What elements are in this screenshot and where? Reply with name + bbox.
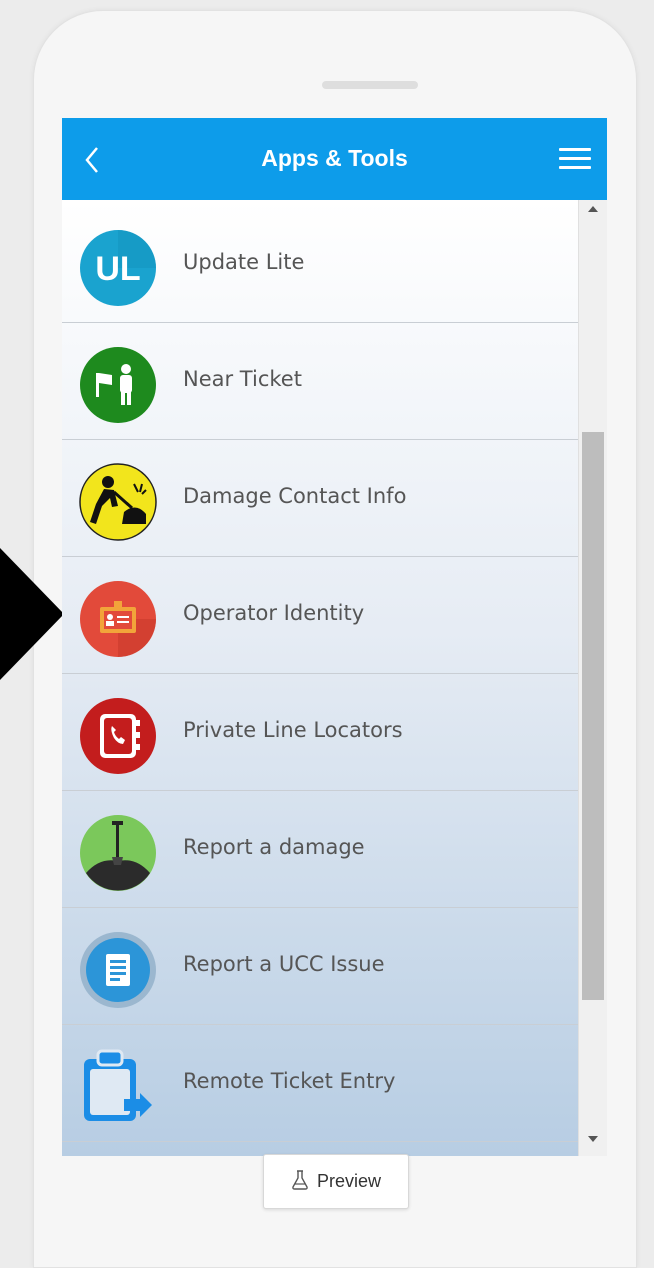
list-item-label: Operator Identity xyxy=(183,601,365,625)
list-item-label: Report a damage xyxy=(183,835,365,859)
near-ticket-icon xyxy=(78,345,158,425)
list-item-damage-contact-info[interactable]: Damage Contact Info xyxy=(62,440,578,557)
list-item-report-ucc-issue[interactable]: Report a UCC Issue xyxy=(62,908,578,1025)
page-title: Apps & Tools xyxy=(261,145,408,171)
list-item-label: Update Lite xyxy=(183,250,305,274)
app-screen: Apps & Tools UL Update Lite Near Ticket … xyxy=(62,118,607,1156)
flask-icon xyxy=(291,1169,309,1194)
list-item-label: Near Ticket xyxy=(183,367,302,391)
phone-speaker xyxy=(322,81,418,89)
app-header: Apps & Tools xyxy=(62,118,607,200)
svg-text:UL: UL xyxy=(95,250,140,288)
remote-ticket-entry-icon xyxy=(78,1047,158,1127)
list-item-near-ticket[interactable]: Near Ticket xyxy=(62,323,578,440)
scroll-down-arrow-icon[interactable] xyxy=(588,1136,598,1142)
damage-contact-icon xyxy=(78,462,158,542)
list-item-private-line-locators[interactable]: Private Line Locators xyxy=(62,674,578,791)
scrollbar[interactable] xyxy=(578,200,607,1156)
scroll-up-arrow-icon[interactable] xyxy=(588,206,598,212)
scrollbar-thumb[interactable] xyxy=(582,432,604,1000)
list-item-label: Report a UCC Issue xyxy=(183,952,385,976)
list-item-label: Remote Ticket Entry xyxy=(183,1069,396,1093)
list-item-report-a-damage[interactable]: Report a damage xyxy=(62,791,578,908)
preview-button[interactable]: Preview xyxy=(263,1154,409,1209)
pointer-arrow xyxy=(0,548,64,680)
list-item-label: Damage Contact Info xyxy=(183,484,407,508)
hamburger-menu-icon[interactable] xyxy=(559,148,591,172)
report-ucc-issue-icon xyxy=(78,930,158,1010)
list-item-remote-ticket-entry[interactable]: Remote Ticket Entry xyxy=(62,1025,578,1142)
preview-label: Preview xyxy=(316,1171,382,1191)
operator-identity-icon xyxy=(78,579,158,659)
apps-list: UL Update Lite Near Ticket Damage Contac… xyxy=(62,200,578,1156)
list-item-operator-identity[interactable]: Operator Identity xyxy=(62,557,578,674)
list-item-update-lite[interactable]: UL Update Lite xyxy=(62,206,578,323)
private-line-locators-icon xyxy=(78,696,158,776)
report-damage-icon xyxy=(78,813,158,893)
list-item-label: Private Line Locators xyxy=(183,718,403,742)
update-lite-icon: UL xyxy=(78,228,158,308)
